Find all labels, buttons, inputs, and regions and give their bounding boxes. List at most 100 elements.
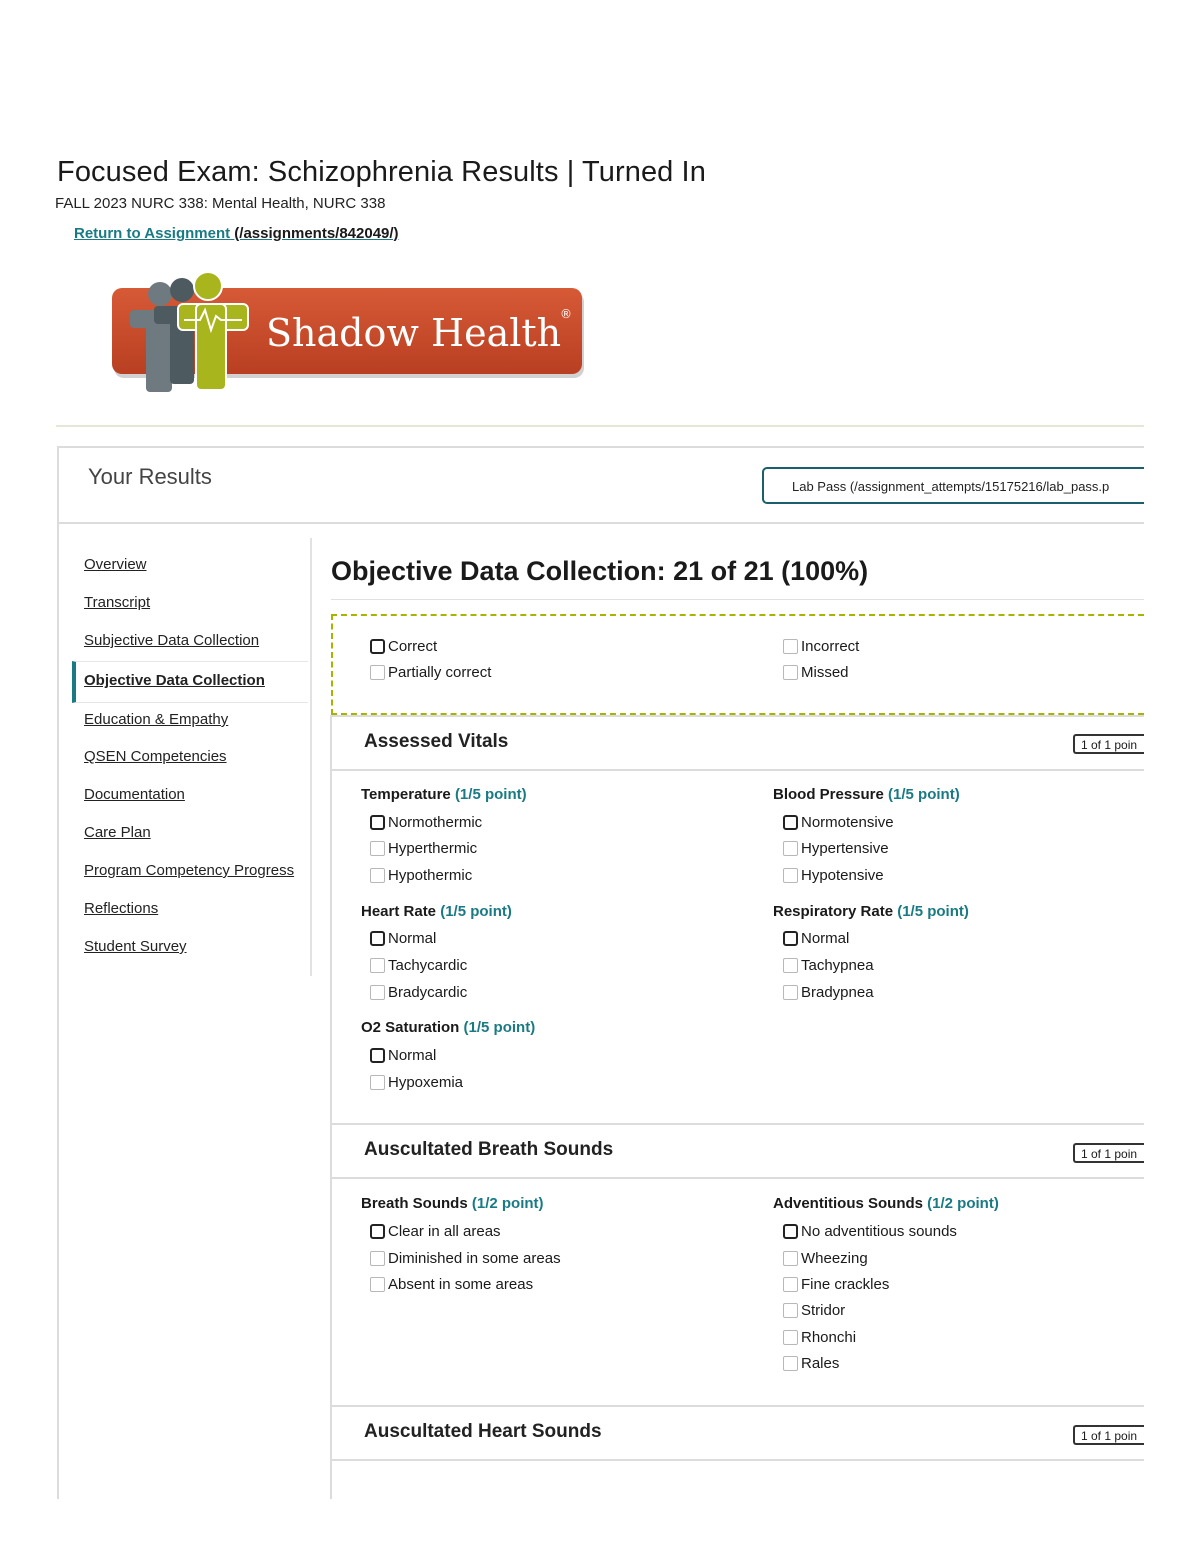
legend-partially-correct: Partially correct	[370, 664, 491, 681]
header-divider	[56, 425, 1144, 427]
checked-box-icon	[370, 1224, 385, 1239]
option-label: Normotensive	[801, 814, 894, 831]
unchecked-box-icon	[783, 958, 798, 973]
option-label: Stridor	[801, 1302, 846, 1319]
question-points: (1/2 point)	[471, 1195, 544, 1212]
option-label: Hypotensive	[801, 867, 884, 884]
results-sidebar-nav: Overview Transcript Subjective Data Coll…	[72, 538, 312, 976]
question-label: Temperature	[361, 786, 451, 803]
option-checkbox: Hypotensive	[783, 867, 884, 884]
legend-incorrect-label: Incorrect	[801, 638, 860, 655]
return-link-label: Return to Assignment	[74, 225, 231, 242]
unchecked-box-icon	[783, 1356, 798, 1371]
question-temperature: Temperature (1/5 point)	[361, 786, 527, 803]
question-points: (1/2 point)	[927, 1195, 999, 1212]
option-checkbox: Hyperthermic	[370, 840, 477, 857]
option-checkbox: Bradypnea	[783, 984, 874, 1001]
sidebar-item-subjective-data-collection[interactable]: Subjective Data Collection	[84, 632, 259, 649]
option-checkbox: Stridor	[783, 1302, 845, 1319]
return-link-path: (/assignments/842049/)	[234, 225, 399, 242]
question-points: (1/5 point)	[897, 903, 969, 920]
legend-missed-label: Missed	[801, 664, 849, 681]
legend-incorrect: Incorrect	[783, 638, 859, 655]
question-label: Heart Rate	[361, 903, 437, 920]
question-label: Blood Pressure	[773, 786, 884, 803]
sidebar-item-reflections[interactable]: Reflections	[84, 900, 158, 917]
option-checkbox: Tachypnea	[783, 957, 874, 974]
option-label: Diminished in some areas	[388, 1250, 561, 1267]
missed-checkbox-icon	[783, 665, 798, 680]
question-adventitious-sounds: Adventitious Sounds (1/2 point)	[773, 1195, 999, 1212]
legend-partially-correct-label: Partially correct	[388, 664, 492, 681]
option-checkbox: Normothermic	[370, 814, 482, 831]
breath-sounds-title: Auscultated Breath Sounds	[364, 1139, 614, 1160]
option-label: Hypoxemia	[388, 1074, 464, 1091]
option-label: Bradycardic	[388, 984, 468, 1001]
heart-sounds-points-badge: 1 of 1 poin	[1073, 1425, 1144, 1445]
option-label: Fine crackles	[801, 1276, 890, 1293]
unchecked-box-icon	[370, 1251, 385, 1266]
option-checkbox: Normotensive	[783, 814, 894, 831]
page-title: Focused Exam: Schizophrenia Results | Tu…	[57, 156, 706, 188]
option-label: Hyperthermic	[388, 840, 478, 857]
course-name: FALL 2023 NURC 338: Mental Health, NURC …	[55, 195, 386, 212]
option-checkbox: Hypothermic	[370, 867, 472, 884]
option-label: Bradypnea	[801, 984, 874, 1001]
breath-sounds-points-badge: 1 of 1 poin	[1073, 1143, 1144, 1163]
question-blood-pressure: Blood Pressure (1/5 point)	[773, 786, 960, 803]
option-label: Normothermic	[388, 814, 483, 831]
return-to-assignment-link[interactable]: Return to Assignment (/assignments/84204…	[74, 225, 399, 242]
option-checkbox: Clear in all areas	[370, 1223, 501, 1240]
section-divider	[331, 599, 1144, 600]
section-title: Objective Data Collection: 21 of 21 (100…	[331, 556, 869, 586]
unchecked-box-icon	[783, 868, 798, 883]
option-label: Rhonchi	[801, 1329, 857, 1346]
unchecked-box-icon	[370, 1277, 385, 1292]
question-points: (1/5 point)	[454, 786, 527, 803]
option-label: Hypothermic	[388, 867, 473, 884]
sidebar-item-program-competency-progress[interactable]: Program Competency Progress	[84, 862, 294, 879]
assessed-vitals-card-border	[330, 715, 332, 1123]
option-label: Tachypnea	[801, 957, 874, 974]
question-breath-sounds: Breath Sounds (1/2 point)	[361, 1195, 544, 1212]
checked-box-icon	[783, 815, 798, 830]
question-label: O2 Saturation	[361, 1019, 460, 1036]
option-checkbox: Absent in some areas	[370, 1276, 533, 1293]
checked-box-icon	[783, 1224, 798, 1239]
option-checkbox: Hypoxemia	[370, 1074, 463, 1091]
sidebar-item-care-plan[interactable]: Care Plan	[84, 824, 151, 841]
option-label: Normal	[388, 930, 437, 947]
question-label: Adventitious Sounds	[773, 1195, 923, 1212]
sidebar-item-overview[interactable]: Overview	[84, 556, 147, 573]
shadow-health-logo: Shadow Health ®	[112, 271, 584, 392]
option-label: No adventitious sounds	[801, 1223, 957, 1240]
registered-mark: ®	[560, 307, 572, 321]
question-points: (1/5 point)	[440, 903, 512, 920]
question-respiratory-rate: Respiratory Rate (1/5 point)	[773, 903, 969, 920]
option-label: Hypertensive	[801, 840, 889, 857]
checked-box-icon	[370, 1048, 385, 1063]
option-checkbox: Hypertensive	[783, 840, 889, 857]
option-checkbox: No adventitious sounds	[783, 1223, 957, 1240]
sidebar-item-documentation[interactable]: Documentation	[84, 786, 185, 803]
assessed-vitals-points-badge: 1 of 1 poin	[1073, 734, 1144, 754]
legend-correct: Correct	[370, 638, 437, 655]
unchecked-box-icon	[783, 1277, 798, 1292]
option-checkbox: Rhonchi	[783, 1329, 856, 1346]
option-label: Tachycardic	[388, 957, 468, 974]
sidebar-item-transcript[interactable]: Transcript	[84, 594, 150, 611]
sidebar-item-qsen-competencies[interactable]: QSEN Competencies	[84, 748, 227, 765]
question-points: (1/5 point)	[463, 1019, 536, 1036]
unchecked-box-icon	[370, 1075, 385, 1090]
sidebar-item-student-survey[interactable]: Student Survey	[84, 938, 187, 955]
lab-pass-button[interactable]: Lab Pass (/assignment_attempts/15175216/…	[762, 467, 1144, 504]
sidebar-item-education-empathy[interactable]: Education & Empathy	[84, 711, 228, 728]
option-checkbox: Normal	[370, 1047, 436, 1064]
option-checkbox: Wheezing	[783, 1250, 868, 1267]
option-checkbox: Fine crackles	[783, 1276, 889, 1293]
option-label: Absent in some areas	[388, 1276, 534, 1293]
incorrect-checkbox-icon	[783, 639, 798, 654]
partially-correct-checkbox-icon	[370, 665, 385, 680]
sidebar-item-objective-data-collection[interactable]: Objective Data Collection	[72, 661, 308, 703]
option-checkbox: Tachycardic	[370, 957, 467, 974]
